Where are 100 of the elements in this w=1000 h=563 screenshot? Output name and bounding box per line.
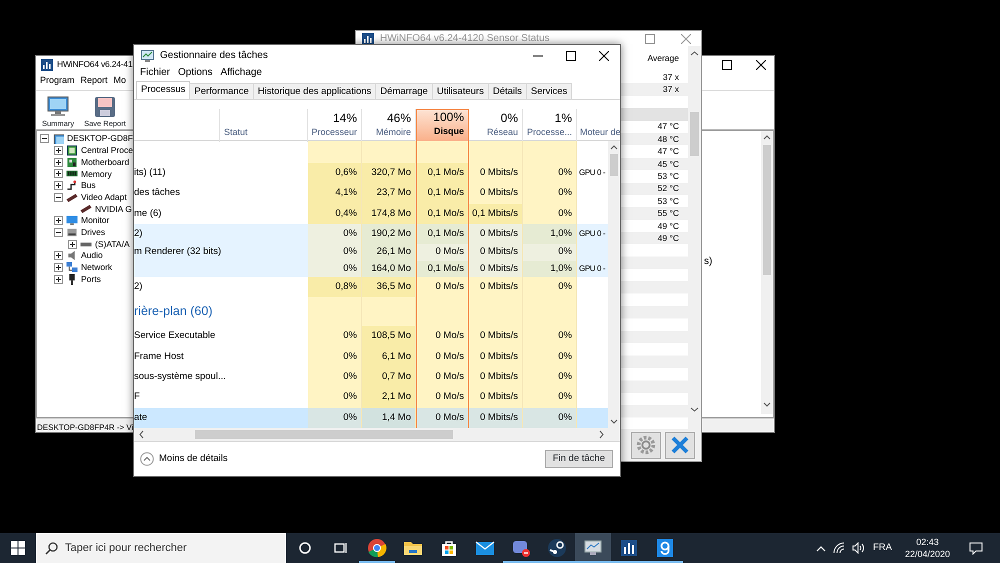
collapse-icon[interactable] <box>40 134 49 144</box>
tab[interactable]: Processus <box>136 81 190 99</box>
app-icon <box>41 58 53 70</box>
table-cell: 190,2 Mo <box>362 224 416 244</box>
network-icon <box>66 262 78 273</box>
process-name[interactable]: sous-système spoul... <box>134 366 308 388</box>
column-header[interactable]: Average <box>647 52 679 65</box>
tree-item[interactable]: Video Adapt <box>81 190 127 204</box>
tree-item[interactable]: Motherboard <box>81 156 130 169</box>
circle-icon[interactable] <box>299 542 311 554</box>
status-text: DESKTOP-GD8FP4R -> Vi <box>37 423 134 432</box>
notification-icon[interactable] <box>969 542 983 554</box>
board-icon <box>66 156 78 168</box>
process-name[interactable]: des tâches <box>134 183 308 204</box>
table-cell: 0,1 Mo/s <box>416 162 469 184</box>
column-header[interactable]: Moteur de <box>580 126 620 139</box>
collapse-icon[interactable] <box>54 228 63 237</box>
expand-icon[interactable] <box>68 240 77 249</box>
process-name[interactable]: 2) <box>134 277 308 298</box>
column-header[interactable]: 100% Disque <box>416 109 469 142</box>
menu-item[interactable]: Affichage <box>216 66 266 82</box>
clock[interactable]: 02:43 22/04/2020 <box>904 536 950 560</box>
tab[interactable]: Historique des applications <box>252 83 376 99</box>
table-cell: 164,0 Mo <box>362 260 416 278</box>
close-icon[interactable] <box>598 50 608 60</box>
process-name[interactable]: ate <box>134 408 308 428</box>
table-cell: 0% <box>308 408 362 428</box>
process-name[interactable]: me (6) <box>134 204 308 224</box>
expand-icon[interactable] <box>54 169 63 178</box>
windows-icon[interactable] <box>11 541 25 555</box>
expand-icon[interactable] <box>54 262 63 272</box>
table-cell: 0 Mbits/s <box>469 183 523 204</box>
close-button[interactable] <box>665 432 695 458</box>
process-name[interactable]: 2) <box>134 224 308 244</box>
column-header[interactable]: Statut <box>224 126 248 139</box>
tree-item[interactable]: Central Proce <box>81 144 133 157</box>
tab[interactable]: Démarrage <box>375 83 433 99</box>
table-cell: 0% <box>523 387 577 408</box>
maximize-icon[interactable] <box>722 60 732 70</box>
expand-icon[interactable] <box>54 181 63 190</box>
tab[interactable]: Performance <box>189 83 254 99</box>
expand-icon[interactable] <box>54 146 63 156</box>
process-name[interactable]: F <box>134 387 308 408</box>
search-field[interactable]: Taper ici pour rechercher <box>36 533 286 563</box>
end-task-button[interactable]: Fin de tâche <box>544 450 613 468</box>
tab[interactable]: Services <box>526 83 572 99</box>
tree-item[interactable]: Ports <box>81 272 101 286</box>
expand-icon[interactable] <box>54 158 63 167</box>
menu-item[interactable]: Options <box>174 66 216 82</box>
table-cell: 0 Mo/s <box>416 346 469 367</box>
tree-item[interactable]: Monitor <box>81 214 110 228</box>
table-cell: 0 Mbits/s <box>469 346 523 367</box>
tree-item[interactable]: (S)ATA/A <box>95 238 130 250</box>
expand-icon[interactable] <box>54 274 63 284</box>
details-toggle[interactable]: Moins de détails <box>140 452 228 466</box>
process-name[interactable]: Frame Host <box>134 346 308 367</box>
expand-icon[interactable] <box>54 216 63 226</box>
group-heading[interactable]: rière-plan (60) <box>134 302 213 322</box>
table-cell: 0 Mbits/s <box>469 387 523 408</box>
table-cell: 0,8% <box>308 277 362 298</box>
tree-item[interactable]: Memory <box>81 168 112 180</box>
menu-item[interactable]: Mo <box>110 73 130 90</box>
maximize-icon[interactable] <box>566 50 576 60</box>
tree-item[interactable]: NVIDIA G <box>95 202 132 216</box>
settings-button[interactable] <box>631 432 661 458</box>
task-view-icon[interactable] <box>334 542 348 554</box>
table-cell: 0,1 Mo/s <box>416 204 469 224</box>
process-name[interactable]: its) (11) <box>134 162 308 184</box>
search-icon <box>45 542 58 555</box>
tree-item[interactable]: Bus <box>81 179 96 192</box>
table-cell: 0% <box>523 244 577 261</box>
process-name[interactable]: Service Executable <box>134 326 308 347</box>
collapse-icon[interactable] <box>54 192 63 202</box>
language-indicator[interactable]: FRA <box>872 540 892 556</box>
table-cell: 0% <box>523 326 577 347</box>
menu-item[interactable]: Report <box>78 73 111 90</box>
taskbar-button[interactable] <box>575 533 611 563</box>
table-cell: 0 Mbits/s <box>469 224 523 244</box>
table-cell: 0% <box>308 366 362 388</box>
volume-icon[interactable] <box>852 542 866 554</box>
tree-item[interactable]: Network <box>81 261 112 274</box>
table-cell: 0 Mbits/s <box>469 326 523 347</box>
expand-icon[interactable] <box>54 251 63 260</box>
tab[interactable]: Utilisateurs <box>432 83 489 99</box>
chat-icon <box>511 538 531 558</box>
menu-item[interactable]: Program <box>37 73 78 90</box>
tree-item[interactable]: DESKTOP-GD8F <box>67 132 133 146</box>
table-cell: 26,1 Mo <box>362 244 416 261</box>
chevron-up-icon[interactable] <box>816 544 826 552</box>
process-name[interactable]: m Renderer (32 bits) <box>134 244 308 261</box>
table-cell: 0% <box>523 408 577 428</box>
wifi-icon[interactable] <box>832 542 845 554</box>
chevron-up-icon <box>140 452 154 466</box>
table-cell: 0% <box>523 277 577 298</box>
menu-item[interactable]: Fichier <box>136 66 174 82</box>
tab[interactable]: Détails <box>488 83 527 99</box>
tree-item[interactable]: Audio <box>81 249 103 262</box>
table-cell: 0,1 Mo/s <box>416 224 469 244</box>
close-icon[interactable] <box>756 60 766 70</box>
tree-item[interactable]: Drives <box>81 226 106 239</box>
